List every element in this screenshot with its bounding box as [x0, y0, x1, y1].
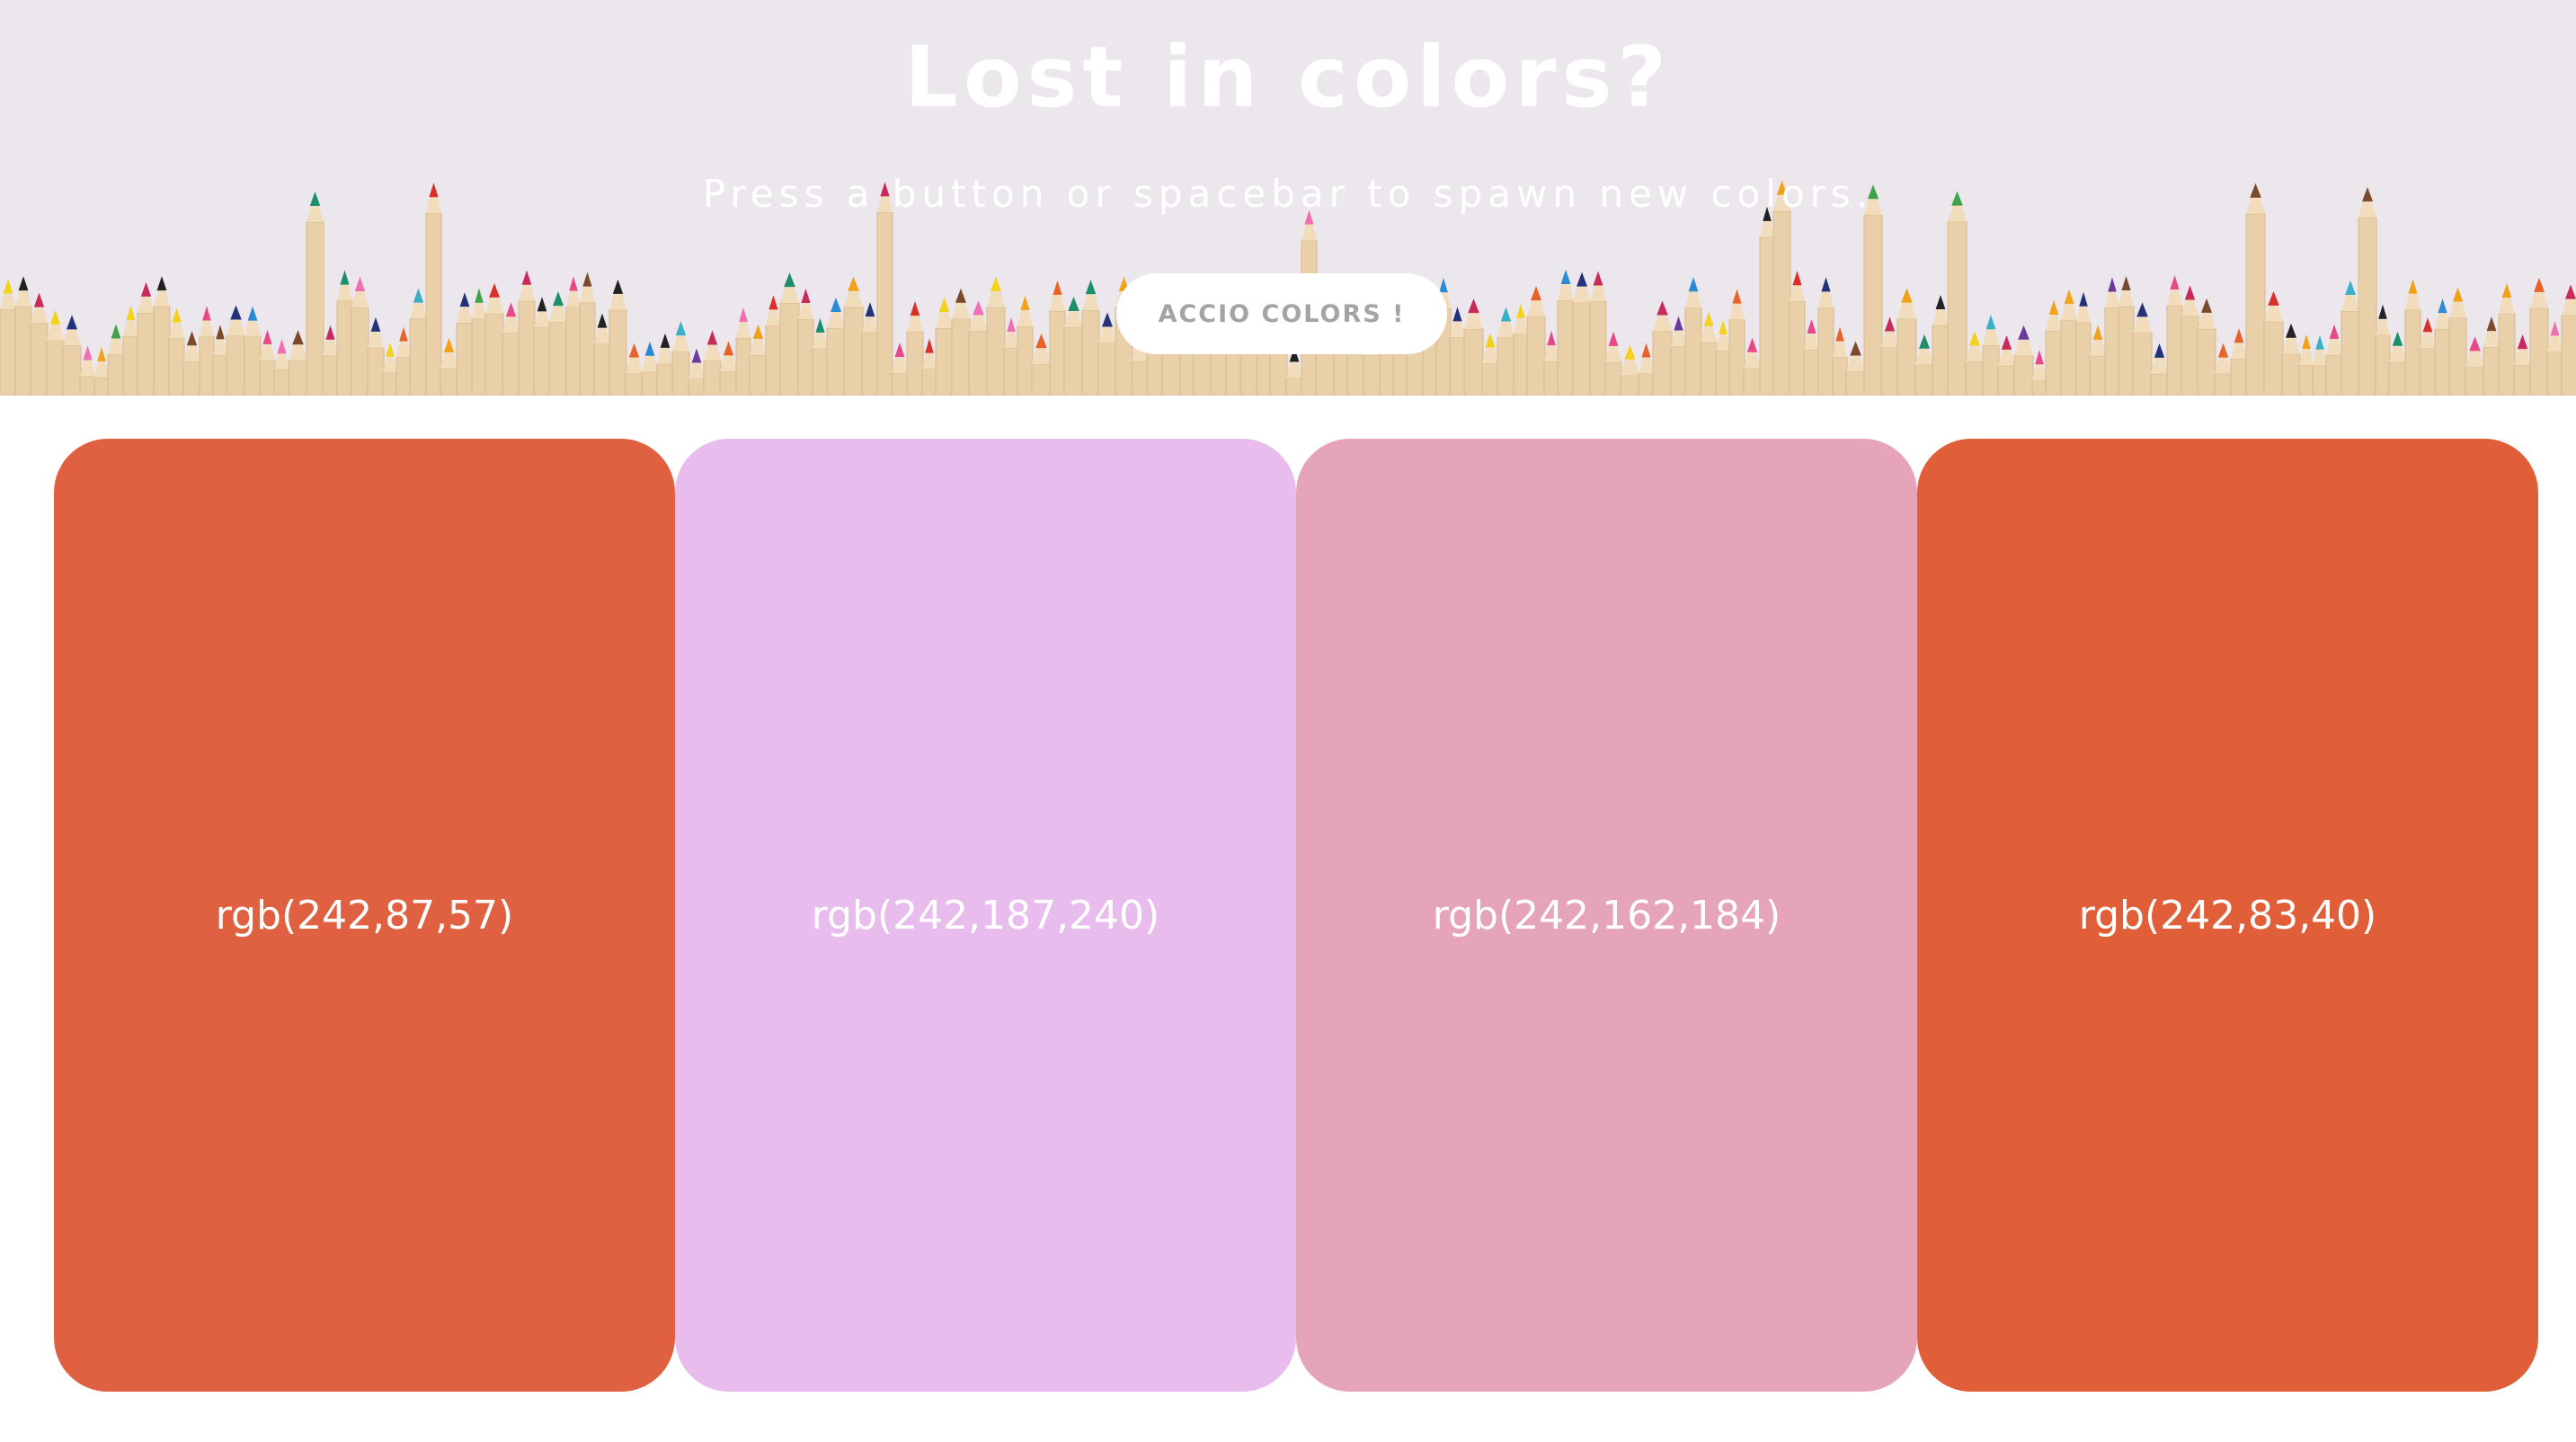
hero-banner: Lost in colors? Press a button or spaceb… — [0, 0, 2576, 396]
swatch-rgb-label: rgb(242,162,184) — [1432, 892, 1781, 939]
swatch-rgb-label: rgb(242,87,57) — [215, 892, 514, 939]
color-swatch-4[interactable]: rgb(242,83,40) — [1917, 439, 2538, 1392]
color-swatch-1[interactable]: rgb(242,87,57) — [54, 439, 675, 1392]
accio-colors-button[interactable]: ACCIO COLORS ! — [1116, 273, 1447, 354]
color-swatch-2[interactable]: rgb(242,187,240) — [675, 439, 1296, 1392]
color-swatch-3[interactable]: rgb(242,162,184) — [1296, 439, 1917, 1392]
swatch-rgb-label: rgb(242,187,240) — [811, 892, 1160, 939]
page-subtitle: Press a button or spacebar to spawn new … — [702, 172, 1874, 216]
color-palette: rgb(242,87,57) rgb(242,187,240) rgb(242,… — [54, 439, 2538, 1392]
page-title: Lost in colors? — [904, 29, 1672, 127]
swatch-rgb-label: rgb(242,83,40) — [2078, 892, 2377, 939]
